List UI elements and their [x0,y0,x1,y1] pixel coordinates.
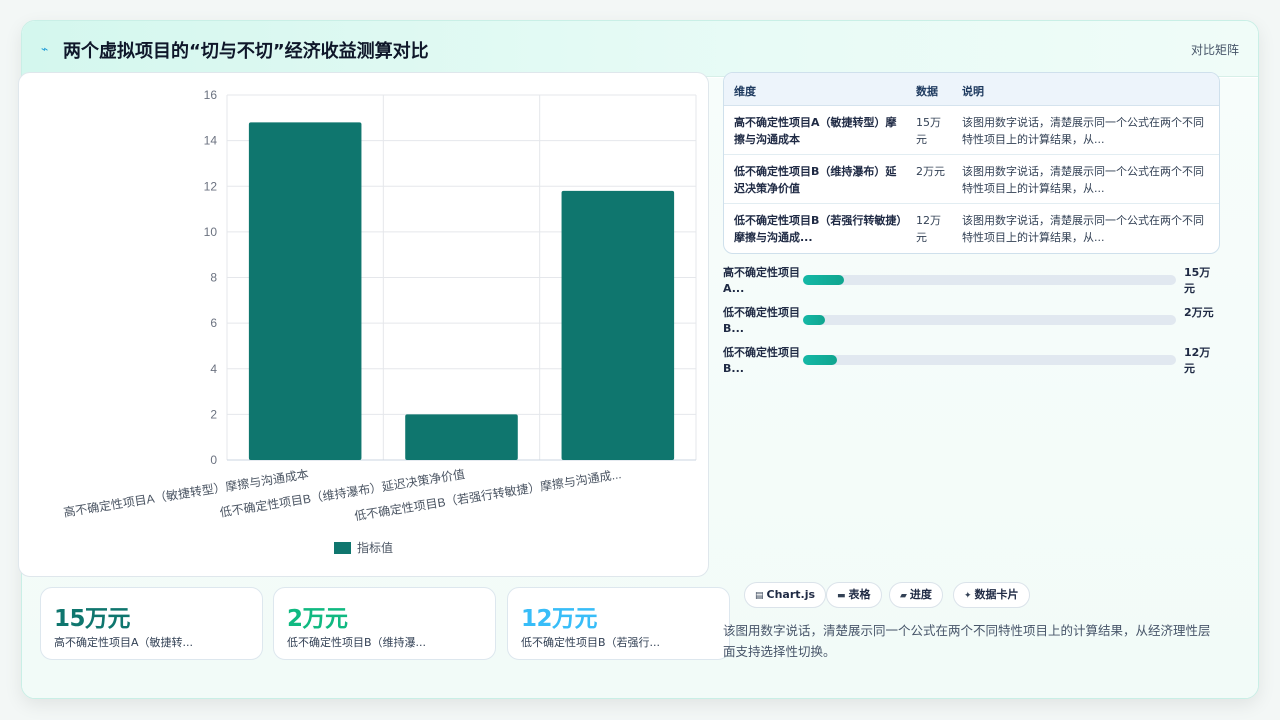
header-bar: ⌁ 两个虚拟项目的“切与不切”经济收益测算对比 对比矩阵 [22,21,1258,77]
table-header-dimension: 维度 [734,85,756,98]
kpi-card: 2万元 低不确定性项目B（维持瀑... [273,587,496,660]
table-cell-data: 15万元 [916,116,941,146]
kpi-value: 12万元 [521,606,598,632]
kpi-value: 2万元 [287,606,348,632]
table-cell-dimension: 低不确定性项目B（维持瀑布）延迟决策净价值 [734,165,897,195]
data-table: 维度 数据 说明 高不确定性项目A（敏捷转型）摩擦与沟通成本 15万元 该图用数… [723,72,1220,254]
y-tick-label: 12 [204,179,218,193]
progress-list: 高不确定性项目A... 15万元 低不确定性项目B... 2万元 低不确定性项目… [723,265,1220,385]
kpi-label: 低不确定性项目B（维持瀑... [287,636,427,649]
progress-label: 低不确定性项目B... [723,346,800,375]
progress-row: 高不确定性项目A... 15万元 [723,265,1220,295]
table-row: 低不确定性项目B（维持瀑布）延迟决策净价值 2万元 该图用数字说话，清楚展示同一… [724,155,1219,204]
progress-row: 低不确定性项目B... 2万元 [723,305,1220,335]
progress-track [803,355,1176,365]
progress-track [803,275,1176,285]
x-tick-label: 高不确定性项目A（敏捷转型）摩擦与沟通成本 [62,466,309,520]
footnote-text: 该图用数字说话，清楚展示同一个公式在两个不同特性项目上的计算结果，从经济理性层面… [723,623,1211,659]
legend-label: 指标值 [357,540,393,555]
bar [561,190,675,460]
y-tick-label: 10 [204,225,218,239]
chart-icon: ▤ [755,591,764,601]
table-header: 维度 数据 说明 [724,73,1219,106]
chip-data-card[interactable]: ✦ 数据卡片 [953,582,1030,608]
chip-label: 数据卡片 [974,588,1019,601]
sparkle-icon: ✦ [964,591,972,601]
progress-fill [803,315,826,325]
y-tick-label: 6 [210,316,217,330]
kpi-card: 15万元 高不确定性项目A（敏捷转... [40,587,263,660]
bar-chart-panel: 0 2 4 6 8 10 12 14 16 高不确定性项目A（敏捷转型）摩擦与沟通成本 低不确定性项… [18,72,709,577]
bar-chart: 0 2 4 6 8 10 12 14 16 高不确定性项目A（敏捷转型）摩擦与沟通成本低不确定性项… [62,88,697,555]
table-cell-data: 12万元 [916,214,941,244]
y-tick-label: 2 [210,407,217,421]
view-tag[interactable]: 对比矩阵 [1191,41,1239,58]
table-cell-data: 2万元 [916,165,945,178]
progress-track [803,315,1176,325]
y-tick-label: 14 [204,134,218,148]
lightning-icon: ⌁ [41,42,49,56]
page-title: 两个虚拟项目的“切与不切”经济收益测算对比 [63,41,429,62]
progress-fill [803,355,837,365]
table-cell-dimension: 低不确定性项目B（若强行转敏捷）摩擦与沟通成... [734,214,902,244]
table-row: 高不确定性项目A（敏捷转型）摩擦与沟通成本 15万元 该图用数字说话，清楚展示同… [724,106,1219,155]
kpi-value: 15万元 [54,606,131,632]
progress-value: 2万元 [1184,306,1214,319]
y-tick-label: 0 [210,453,217,467]
chip-label: 表格 [848,588,871,601]
kpi-card: 12万元 低不确定性项目B（若强行... [507,587,730,660]
table-cell-description: 该图用数字说话，清楚展示同一个公式在两个不同特性项目上的计算结果，从... [962,116,1204,146]
chip-table[interactable]: ▬ 表格 [826,582,882,608]
chip-progress[interactable]: ▰ 进度 [889,582,943,608]
kpi-label: 低不确定性项目B（若强行... [521,636,661,649]
y-tick-label: 16 [204,88,218,102]
progress-row: 低不确定性项目B... 12万元 [723,345,1220,375]
progress-fill [803,275,845,285]
table-header-data: 数据 [916,85,938,98]
chip-chartjs[interactable]: ▤ Chart.js [744,582,827,608]
progress-value: 12万元 [1184,346,1211,375]
legend-swatch [334,542,351,554]
table-icon: ▬ [837,591,846,601]
kpi-label: 高不确定性项目A（敏捷转... [54,636,194,649]
table-cell-description: 该图用数字说话，清楚展示同一个公式在两个不同特性项目上的计算结果，从... [962,165,1204,195]
chip-label: Chart.js [766,588,816,601]
y-tick-label: 8 [210,271,217,285]
progress-label: 高不确定性项目A... [723,266,800,295]
table-header-description: 说明 [962,85,984,98]
table-row: 低不确定性项目B（若强行转敏捷）摩擦与沟通成... 12万元 该图用数字说话，清… [724,204,1219,253]
progress-label: 低不确定性项目B... [723,306,800,335]
bar [248,122,362,460]
chip-label: 进度 [909,588,932,601]
x-tick-label: 低不确定性项目B（若强行转敏捷）摩擦与沟通成... [353,466,622,523]
x-tick-label: 低不确定性项目B（维持瀑布）延迟决策净价值 [219,466,466,520]
progress-value: 15万元 [1184,266,1211,295]
table-cell-description: 该图用数字说话，清楚展示同一个公式在两个不同特性项目上的计算结果，从... [962,214,1204,244]
y-tick-label: 4 [210,362,217,376]
bar [405,414,518,460]
progress-icon: ▰ [900,591,907,601]
table-cell-dimension: 高不确定性项目A（敏捷转型）摩擦与沟通成本 [734,116,897,146]
